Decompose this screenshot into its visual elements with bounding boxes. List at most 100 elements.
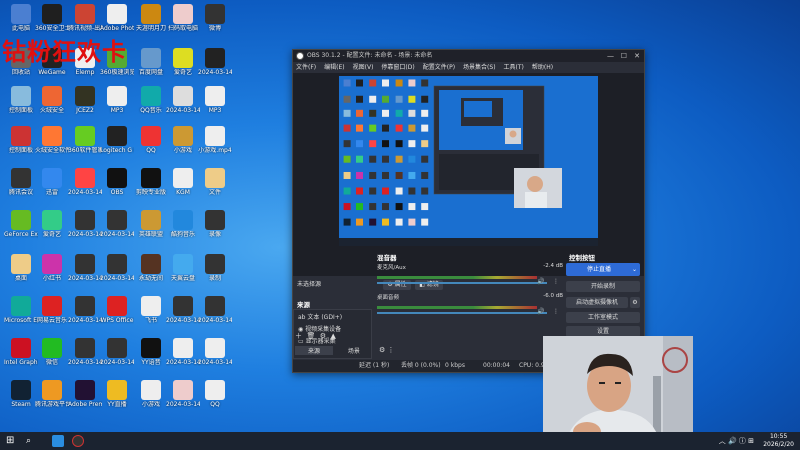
desktop-icon[interactable]: 小游戏 xyxy=(134,380,168,415)
desktop-icon[interactable]: 网易云音乐 xyxy=(35,296,69,331)
desktop-icon[interactable]: MP3 xyxy=(198,86,232,121)
desktop-icon[interactable]: 爱奇艺 xyxy=(166,48,200,83)
mixer-settings-icon[interactable]: ⚙ ⋮ xyxy=(379,346,395,354)
menu-item[interactable]: 文件(F) xyxy=(296,64,316,71)
desktop-icon[interactable]: GeForce Experience xyxy=(4,210,38,245)
menu-item[interactable]: 工具(T) xyxy=(504,64,524,71)
windows-start-icon[interactable]: ⊞ xyxy=(6,435,18,447)
desktop-icon[interactable]: 录制 xyxy=(198,254,232,289)
menu-item[interactable]: 帮助(H) xyxy=(532,64,553,71)
clock-time[interactable]: 10:55 xyxy=(763,433,794,441)
desktop-icon[interactable]: 桌面 xyxy=(4,254,38,289)
stop-streaming-button[interactable]: 停止直播 ⌄ xyxy=(566,263,640,276)
desktop-icon[interactable]: 飞书 xyxy=(134,296,168,331)
desktop-icon[interactable]: 永劫无间 xyxy=(134,254,168,289)
desktop-icon[interactable]: 2024-03-14 xyxy=(68,168,102,203)
desktop-icon[interactable]: 微信 xyxy=(35,338,69,373)
desktop-icon[interactable]: 控制面板 xyxy=(4,126,38,161)
desktop-icon[interactable]: Adobe Premiere xyxy=(68,380,102,415)
desktop-icon[interactable]: 剪映专业版 xyxy=(134,168,168,203)
obs-preview[interactable] xyxy=(293,73,644,276)
menu-item[interactable]: 视图(V) xyxy=(353,64,374,71)
more-icon[interactable]: ⋮ xyxy=(553,278,559,285)
virtual-camera-button[interactable]: 启动虚拟摄像机 xyxy=(566,297,628,308)
desktop-icon[interactable]: 2024-03-14 xyxy=(68,254,102,289)
add-source-icon[interactable]: ＋ xyxy=(295,332,302,340)
speaker-icon[interactable]: 🔊 xyxy=(537,278,544,285)
mixer-volume-slider[interactable] xyxy=(377,282,547,284)
mixer-volume-slider[interactable] xyxy=(377,312,547,314)
desktop-icon[interactable]: QQ音乐 xyxy=(134,86,168,121)
desktop-icon[interactable]: 2024-03-14 xyxy=(166,380,200,415)
desktop-icon[interactable]: 2024-03-14 xyxy=(198,338,232,373)
source-settings-icon[interactable]: ⚙ xyxy=(320,332,326,340)
close-icon[interactable]: ✕ xyxy=(634,50,640,62)
menu-item[interactable]: 场景集合(S) xyxy=(463,64,496,71)
desktop-icon[interactable]: JCEZ2 xyxy=(68,86,102,121)
desktop-icon[interactable]: 小游戏 xyxy=(166,126,200,161)
desktop-icon[interactable]: 腾讯会议 xyxy=(4,168,38,203)
desktop-icon[interactable]: 微博 xyxy=(198,4,232,39)
source-item[interactable]: ab 文本 (GDI+) xyxy=(298,312,368,323)
desktop-icon[interactable]: 2024-03-14 xyxy=(100,210,134,245)
desktop-icon[interactable]: 2024-03-14 xyxy=(68,338,102,373)
menu-item[interactable]: 配置文件(P) xyxy=(423,64,455,71)
chevron-down-icon[interactable]: ⌄ xyxy=(632,263,637,276)
virtual-camera-settings-icon[interactable]: ⚙ xyxy=(630,297,640,308)
desktop-icon[interactable]: 控制面板 xyxy=(4,86,38,121)
maximize-icon[interactable]: ☐ xyxy=(621,50,627,62)
desktop-icon[interactable]: 扫码取电脑 xyxy=(166,4,200,39)
tab-scenes[interactable]: 场景 xyxy=(335,346,373,355)
desktop-icon[interactable]: 天涯明月刀 xyxy=(134,4,168,39)
speaker-icon[interactable]: 🔊 xyxy=(537,308,544,315)
obs-taskbar-icon[interactable] xyxy=(72,435,84,447)
desktop-icon[interactable]: 迅雷 xyxy=(35,168,69,203)
desktop-icon[interactable]: 文件 xyxy=(198,168,232,203)
desktop-icon[interactable]: 天翼云盘 xyxy=(166,254,200,289)
desktop-icon[interactable]: OBS xyxy=(100,168,134,203)
desktop-icon[interactable]: 2024-03-14 xyxy=(68,210,102,245)
move-up-icon[interactable]: ▲ xyxy=(331,332,336,340)
desktop-icon[interactable]: 2024-03-14 xyxy=(100,254,134,289)
menu-item[interactable]: 停靠窗口(D) xyxy=(381,64,414,71)
desktop-icon[interactable]: 2024-03-14 xyxy=(100,338,134,373)
menu-item[interactable]: 编辑(E) xyxy=(324,64,344,71)
desktop-icon[interactable]: YY语音 xyxy=(134,338,168,373)
desktop-icon[interactable]: 腾讯游戏平台 xyxy=(35,380,69,415)
tab-sources[interactable]: 来源 xyxy=(295,346,333,355)
obs-window[interactable]: OBS 30.1.2 - 配置文件: 未命名 - 场景: 未命名 — ☐ ✕ 文… xyxy=(292,49,645,373)
desktop-icon[interactable]: QQ xyxy=(134,126,168,161)
desktop-icon[interactable]: MP3 xyxy=(100,86,134,121)
desktop-icon[interactable]: 爱奇艺 xyxy=(35,210,69,245)
desktop-icon[interactable]: WPS Office xyxy=(100,296,134,331)
desktop-icon[interactable]: 火绒安全软件 xyxy=(35,126,69,161)
desktop-icon[interactable]: YY直播 xyxy=(100,380,134,415)
desktop-icon[interactable]: 2024-03-14 xyxy=(166,86,200,121)
edge-browser-icon[interactable] xyxy=(52,435,64,447)
desktop-icon[interactable]: 录像 xyxy=(198,210,232,245)
desktop-icon[interactable]: 2024-03-14 xyxy=(166,296,200,331)
start-recording-button[interactable]: 开始录制 xyxy=(566,281,640,292)
desktop-icon[interactable]: 2024-03-14 xyxy=(198,296,232,331)
desktop-icon[interactable]: 小红书 xyxy=(35,254,69,289)
remove-source-icon[interactable]: 🗑 xyxy=(306,332,315,340)
desktop-icon[interactable]: Logitech G HUB xyxy=(100,126,134,161)
obs-titlebar[interactable]: OBS 30.1.2 - 配置文件: 未命名 - 场景: 未命名 — ☐ ✕ xyxy=(293,50,644,62)
desktop-icon[interactable]: 火绒安全 xyxy=(35,86,69,121)
more-icon[interactable]: ⋮ xyxy=(553,308,559,315)
minimize-icon[interactable]: — xyxy=(607,50,614,62)
desktop-icon[interactable]: 百度网盘 xyxy=(134,48,168,83)
desktop-icon[interactable]: KGM xyxy=(166,168,200,203)
desktop-icon[interactable]: 2024-03-14 xyxy=(166,338,200,373)
desktop-icon[interactable]: Intel Graphics xyxy=(4,338,38,373)
desktop-icon[interactable]: 酷狗音乐 xyxy=(166,210,200,245)
search-icon[interactable]: ⌕ xyxy=(26,435,38,447)
tray-icons[interactable]: ︿ 🔊 ⓘ ⊞ xyxy=(719,437,754,445)
desktop-icon[interactable]: 小游戏.mp4 xyxy=(198,126,232,161)
desktop-icon[interactable]: 360软件管家 xyxy=(68,126,102,161)
desktop-icon[interactable]: 英雄联盟 xyxy=(134,210,168,245)
desktop-icon[interactable]: Steam xyxy=(4,380,38,415)
desktop-icon[interactable]: Microsoft Edge xyxy=(4,296,38,331)
desktop-icon[interactable]: QQ xyxy=(198,380,232,415)
desktop-icon[interactable]: 2024-03-14 xyxy=(198,48,232,83)
